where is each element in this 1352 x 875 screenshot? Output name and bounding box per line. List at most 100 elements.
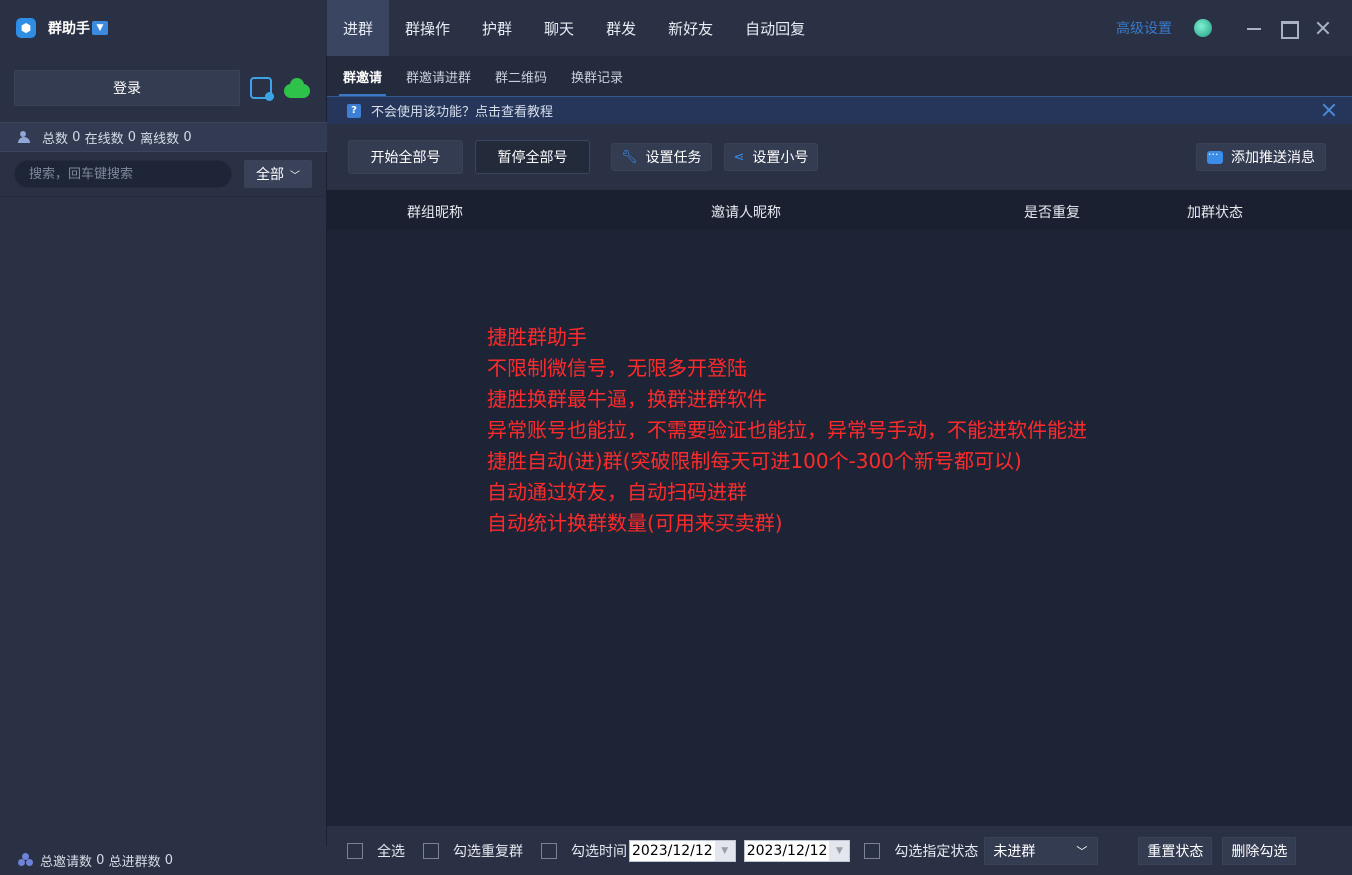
total-value: 0 (72, 129, 81, 145)
set-task-button[interactable]: 🔧︎ 设置任务 (611, 143, 712, 171)
select-duplicate-label: 勾选重复群 (453, 843, 523, 860)
minimize-icon[interactable] (1244, 17, 1266, 39)
reset-status-button[interactable]: 重置状态 (1138, 836, 1213, 865)
promo-line: 捷胜自动(进)群(突破限制每天可进100个-300个新号都可以) (487, 449, 1022, 473)
column-header-group-nickname[interactable]: 群组昵称 (407, 202, 463, 222)
tab-guard-group[interactable]: 护群 (466, 0, 528, 56)
tab-broadcast[interactable]: 群发 (590, 0, 652, 56)
help-icon: ? (347, 103, 361, 118)
chevron-down-icon: ﹀ (1076, 844, 1088, 858)
promo-line: 自动通过好友，自动扫码进群 (487, 480, 747, 504)
column-header-inviter-nickname[interactable]: 邀请人昵称 (711, 202, 781, 222)
hint-text[interactable]: 不会使用该功能？点击查看教程 (371, 101, 553, 120)
maximize-icon[interactable] (1278, 17, 1300, 39)
account-stats-bar: 总数 0 在线数 0 离线数 0 (0, 122, 327, 152)
wrench-icon: 🔧︎ (621, 149, 638, 165)
status-value: 未进群 (993, 843, 1036, 860)
filter-value: 全部 (256, 167, 284, 183)
account-search-input[interactable] (14, 160, 232, 188)
column-header-duplicate[interactable]: 是否重复 (1024, 202, 1080, 222)
select-time-label: 勾选时间 (571, 843, 627, 860)
group-icon (18, 853, 34, 867)
tab-new-friends[interactable]: 新好友 (652, 0, 729, 56)
start-all-button[interactable]: 开始全部号 (348, 140, 463, 174)
offline-label: 离线数 (140, 131, 180, 147)
online-value: 0 (127, 129, 137, 145)
main-panel: 进群 群操作 护群 聊天 群发 新好友 自动回复 高级设置 群邀请 群邀请进群 … (327, 0, 1352, 875)
tab-chat[interactable]: 聊天 (528, 0, 590, 56)
joined-value: 0 (164, 852, 174, 868)
chat-icon (1207, 148, 1223, 164)
delete-selected-button[interactable]: 删除勾选 (1222, 836, 1297, 865)
calendar-dropdown-icon[interactable]: ▼ (714, 840, 735, 861)
select-all-label: 全选 (377, 843, 405, 860)
promo-overlay-text: 捷胜群助手 不限制微信号，无限多开登陆 捷胜换群最牛逼，换群进群软件 异常账号也… (487, 322, 1087, 539)
promo-line: 异常账号也能拉，不需要验证也能拉，异常号手动，不能进软件能进 (487, 418, 1087, 442)
subtab-swap-records[interactable]: 换群记录 (571, 56, 623, 96)
select-duplicate-checkbox[interactable] (423, 842, 439, 859)
hint-close-icon[interactable] (1322, 103, 1336, 117)
table-header: 群组昵称 邀请人昵称 是否重复 加群状态 (327, 190, 1352, 230)
qr-login-icon[interactable] (250, 77, 274, 101)
login-button[interactable]: 登录 (14, 70, 240, 106)
calendar-dropdown-icon[interactable]: ▼ (829, 840, 850, 861)
set-alt-button[interactable]: ⋖ 设置小号 (723, 143, 819, 171)
invites-value: 0 (96, 852, 105, 868)
advanced-settings-link[interactable]: 高级设置 (1116, 18, 1172, 38)
globe-icon[interactable] (1194, 19, 1212, 37)
select-status-checkbox[interactable] (864, 842, 881, 859)
date-to-value: 2023/12/12 (746, 842, 828, 859)
select-all-checkbox[interactable] (347, 842, 363, 859)
tutorial-hint-bar[interactable]: ? 不会使用该功能？点击查看教程 (327, 96, 1352, 124)
date-to-field[interactable]: 2023/12/12 ▼ (743, 839, 851, 862)
promo-line: 捷胜换群最牛逼，换群进群软件 (487, 387, 767, 411)
cloud-sync-icon[interactable] (282, 78, 310, 98)
promo-line: 自动统计换群数量(可用来买卖群) (487, 511, 783, 535)
brand-header: ⬢ 群助手 ▼ (0, 0, 327, 56)
joined-label: 总进群数 (108, 854, 161, 870)
pause-all-button[interactable]: 暂停全部号 (475, 140, 590, 174)
promo-line: 捷胜群助手 (487, 325, 587, 349)
close-icon[interactable] (1312, 17, 1334, 39)
window-controls: 高级设置 (1116, 16, 1334, 40)
tab-join-group[interactable]: 进群 (327, 0, 390, 56)
date-from-field[interactable]: 2023/12/12 ▼ (629, 839, 736, 862)
login-row: 登录 (14, 70, 314, 106)
chevron-down-icon: ﹀ (290, 170, 300, 182)
action-toolbar: 开始全部号 暂停全部号 🔧︎ 设置任务 ⋖ 设置小号 添加推送消息 (327, 124, 1352, 190)
invites-label: 总邀请数 (40, 854, 93, 870)
add-push-label: 添加推送消息 (1231, 150, 1315, 166)
app-window: ⬢ 群助手 ▼ 登录 总数 0 在线数 0 离线数 0 全部 ﹀ 总邀请数 0 (0, 0, 1352, 875)
app-logo-icon: ⬢ (16, 18, 36, 38)
status-select[interactable]: 未进群 ﹀ (984, 836, 1099, 865)
app-title: 群助手 (48, 21, 90, 37)
top-nav: 进群 群操作 护群 聊天 群发 新好友 自动回复 高级设置 (327, 0, 1352, 56)
search-row: 全部 ﹀ (14, 160, 314, 188)
date-from-value: 2023/12/12 (632, 842, 713, 859)
promo-line: 不限制微信号，无限多开登陆 (487, 356, 747, 380)
set-alt-label: 设置小号 (752, 150, 809, 166)
app-menu-dropdown-icon[interactable]: ▼ (92, 21, 108, 35)
invite-stats-footer: 总邀请数 0 总进群数 0 (0, 845, 327, 875)
set-task-label: 设置任务 (645, 150, 702, 166)
select-status-label: 勾选指定状态 (894, 843, 979, 860)
select-time-checkbox[interactable] (541, 842, 557, 859)
sidebar: ⬢ 群助手 ▼ 登录 总数 0 在线数 0 离线数 0 全部 ﹀ 总邀请数 0 (0, 0, 327, 875)
subtab-group-invite[interactable]: 群邀请 (338, 56, 387, 96)
table-body: 捷胜群助手 不限制微信号，无限多开登陆 捷胜换群最牛逼，换群进群软件 异常账号也… (327, 230, 1352, 826)
subtab-group-qrcode[interactable]: 群二维码 (495, 56, 547, 96)
sidebar-divider (0, 196, 327, 197)
offline-value: 0 (183, 129, 192, 145)
share-icon: ⋖ (733, 149, 745, 165)
bottom-bar: 全选 勾选重复群 勾选时间 2023/12/12 ▼ 2023/12/12 ▼ … (327, 826, 1352, 875)
tab-group-ops[interactable]: 群操作 (389, 0, 466, 56)
add-push-message-button[interactable]: 添加推送消息 (1196, 143, 1326, 171)
total-label: 总数 (42, 131, 69, 147)
sub-tabs: 群邀请 群邀请进群 群二维码 换群记录 (327, 56, 1352, 96)
column-header-join-status[interactable]: 加群状态 (1187, 202, 1243, 222)
subtab-invite-join[interactable]: 群邀请进群 (406, 56, 471, 96)
tab-auto-reply[interactable]: 自动回复 (729, 0, 821, 56)
online-label: 在线数 (84, 131, 124, 147)
users-icon (18, 131, 34, 143)
account-filter-select[interactable]: 全部 ﹀ (244, 160, 312, 188)
